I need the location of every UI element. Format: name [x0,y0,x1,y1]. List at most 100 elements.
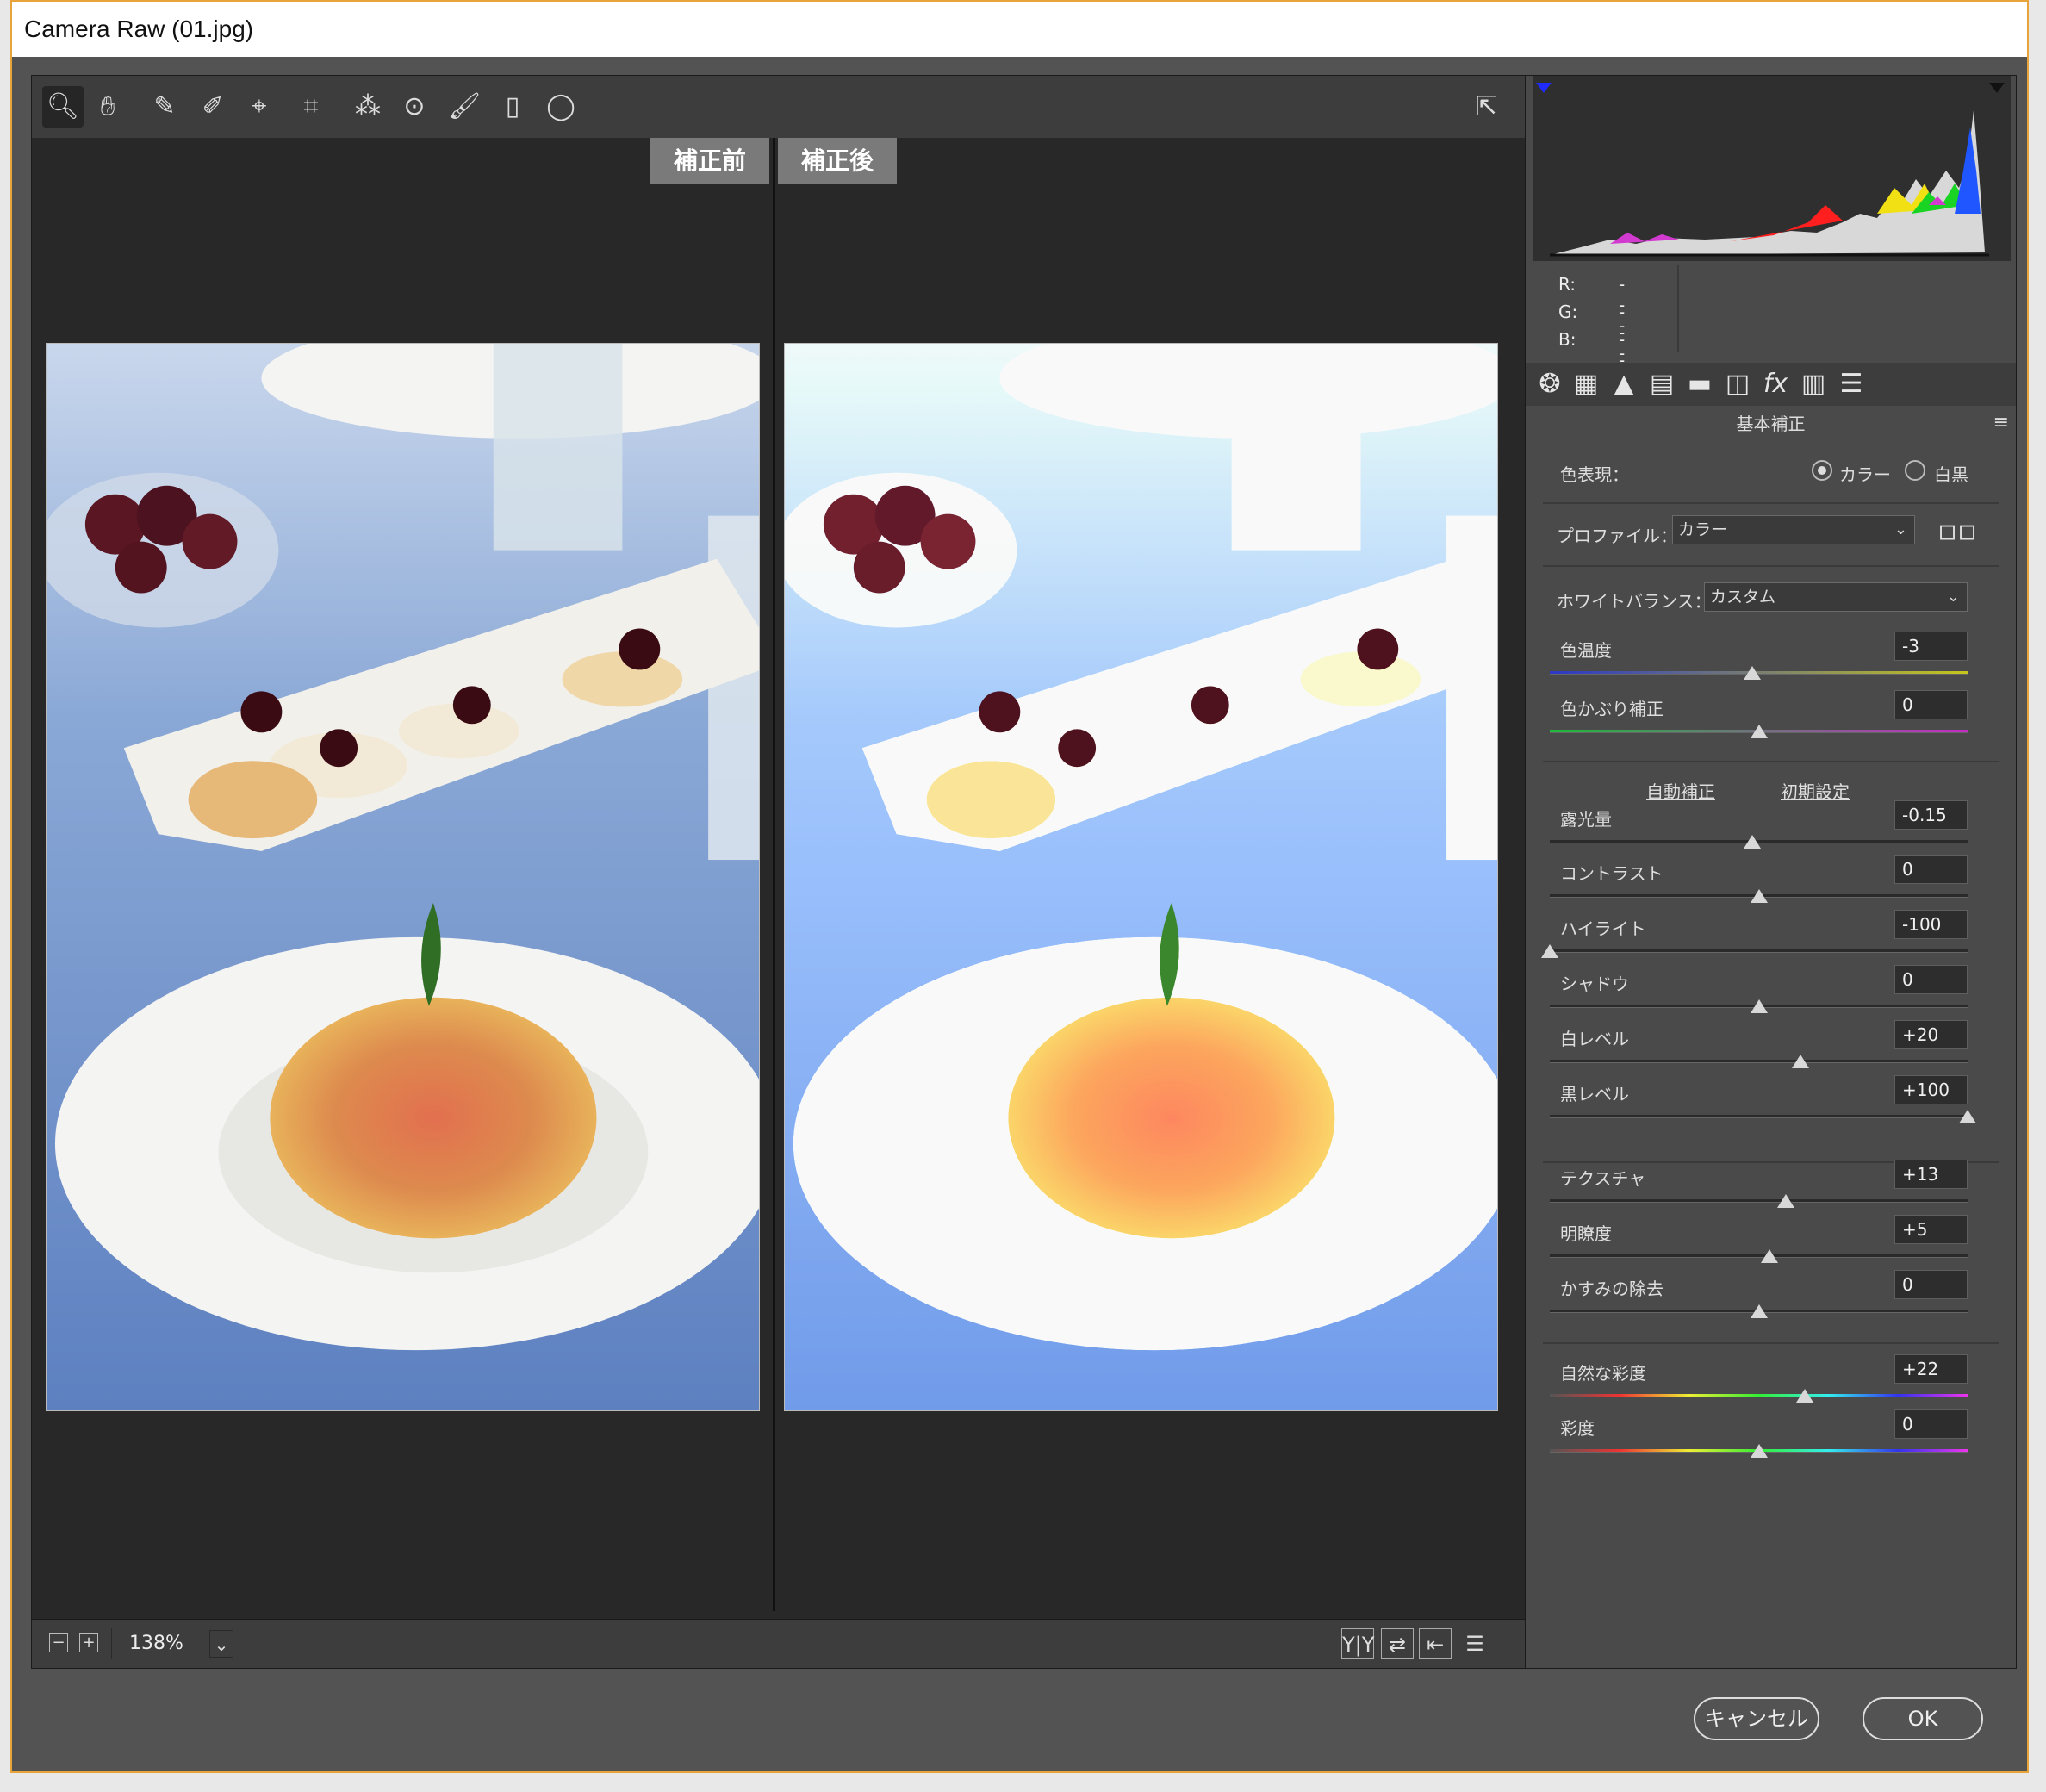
red-eye-icon[interactable]: ⊙ [394,86,435,128]
treatment-bw-label: 白黒 [1934,464,1968,485]
zoom-icon[interactable]: 🔍︎ [42,86,84,128]
slider-value-field[interactable]: 0 [1894,690,1968,719]
slider-thumb[interactable] [1750,1444,1768,1458]
slider-thumb[interactable] [1750,725,1768,738]
b-label: B: [1558,329,1576,350]
toolbar: 🔍︎ ✋︎ ✎ ✐ ⌖ ⌗ ⁂ ⊙ 🖌︎ ▯ ◯ ⇱ [32,76,1534,138]
panel-tabs: ❂ ▦ ▲ ▤ ▬ ◫ fx ▥ ☰ [1526,363,2016,406]
treatment-bw-radio[interactable] [1905,460,1925,481]
slider-track[interactable] [1550,1254,1968,1258]
slider-label: コントラスト [1560,863,1664,884]
slider-value-field[interactable]: +5 [1894,1215,1968,1244]
slider-track[interactable] [1550,1060,1968,1063]
default-button[interactable]: 初期設定 [1781,778,1850,803]
chevron-down-icon: ⌄ [1894,520,1907,538]
radial-filter-icon[interactable]: ◯ [540,86,581,128]
slider-value-field[interactable]: +20 [1894,1020,1968,1049]
wb-value: カスタム [1710,588,1776,607]
slider-value-field[interactable]: 0 [1894,965,1968,994]
transform-icon[interactable]: ⌗ [290,86,332,128]
slider-thumb[interactable] [1777,1194,1795,1208]
before-after-view-icon[interactable]: Y|Y [1341,1628,1374,1659]
ok-button[interactable]: OK [1863,1697,1983,1740]
right-panel: R:--- G:--- B:--- ❂ ▦ ▲ ▤ ▬ ◫ fx ▥ ☰ 基本補… [1525,75,2017,1669]
profile-label: プロファイル： [1557,526,1677,546]
slider-thumb[interactable] [1795,1389,1813,1403]
profile-select[interactable]: カラー ⌄ [1672,515,1915,544]
profile-browser-icon[interactable]: ▫▫ [1937,513,1977,548]
separator [1543,565,1999,567]
swap-settings-icon[interactable]: ⇄ [1381,1628,1414,1659]
split-toning-tab-icon[interactable]: ▬ [1682,367,1717,401]
slider-thumb[interactable] [1760,1249,1778,1263]
slider-track[interactable] [1550,1199,1968,1203]
export-icon[interactable]: ⇱ [1465,86,1507,128]
slider-label: かすみの除去 [1560,1279,1664,1299]
panel-title: 基本補正 [1736,414,1806,434]
color-sampler-icon[interactable]: ✐ [192,86,233,128]
before-image [46,343,760,1411]
slider-label: 明瞭度 [1560,1223,1612,1244]
slider-value-field[interactable]: +13 [1894,1160,1968,1189]
copy-settings-icon[interactable]: ⇤ [1419,1628,1452,1659]
treatment-color-radio[interactable] [1812,460,1832,481]
slider-thumb[interactable] [1792,1055,1809,1068]
profile-value: カラー [1678,520,1728,539]
effects-tab-icon[interactable]: fx [1758,367,1793,401]
separator [1543,1342,1999,1344]
panel-menu-icon[interactable]: ≡ [1993,412,2009,433]
slider-track[interactable] [1550,1115,1968,1118]
treatment-color-label: カラー [1839,464,1891,485]
shadow-clipping-icon [1536,83,1552,93]
slider-value-field[interactable]: 0 [1894,1270,1968,1299]
presets-tab-icon[interactable]: ☰ [1834,367,1869,401]
preview-bottom-bar: − + 138% ⌄ Y|Y ⇄ ⇤ ☰ [32,1619,1534,1668]
wb-select[interactable]: カスタム ⌄ [1704,582,1968,612]
slider-label: 自然な彩度 [1560,1363,1646,1384]
slider-thumb[interactable] [1744,835,1762,849]
slider-track[interactable] [1550,1394,1968,1397]
slider-thumb[interactable] [1750,999,1768,1013]
auto-button[interactable]: 自動補正 [1646,778,1715,803]
slider-label: 色温度 [1560,640,1612,661]
zoom-in-button[interactable]: + [79,1633,98,1652]
preview-area: 🔍︎ ✋︎ ✎ ✐ ⌖ ⌗ ⁂ ⊙ 🖌︎ ▯ ◯ ⇱ 補正前 補正後 − + 1… [31,75,1535,1669]
slider-value-field[interactable]: 0 [1894,855,1968,884]
slider-value-field[interactable]: -0.15 [1894,800,1968,830]
separator [1543,761,1999,762]
eyedropper-icon[interactable]: ✎ [144,86,185,128]
histogram [1533,76,2011,261]
chevron-down-icon: ⌄ [1946,588,1960,606]
zoom-out-button[interactable]: − [49,1633,68,1652]
spot-removal-icon[interactable]: ⁂ [347,86,389,128]
slider-thumb[interactable] [1959,1110,1976,1123]
preview-prefs-icon[interactable]: ☰ [1458,1628,1491,1659]
slider-value-field[interactable]: +100 [1894,1075,1968,1104]
cancel-button[interactable]: キャンセル [1694,1697,1819,1740]
chevron-down-icon[interactable]: ⌄ [209,1630,233,1658]
lens-tab-icon[interactable]: ◫ [1720,367,1755,401]
detail-tab-icon[interactable]: ▲ [1607,367,1641,401]
calibration-tab-icon[interactable]: ▥ [1796,367,1831,401]
adjustment-brush-icon[interactable]: 🖌︎ [444,86,485,128]
after-label: 補正後 [778,138,897,184]
hand-icon[interactable]: ✋︎ [87,86,128,128]
slider-value-field[interactable]: -100 [1894,910,1968,939]
tone-curve-tab-icon[interactable]: ▦ [1569,367,1603,401]
slider-label: 露光量 [1560,809,1612,830]
hsl-tab-icon[interactable]: ▤ [1645,367,1679,401]
graduated-filter-icon[interactable]: ▯ [492,86,533,128]
slider-thumb[interactable] [1541,944,1558,958]
zoom-level[interactable]: 138% [111,1628,206,1659]
slider-value-field[interactable]: -3 [1894,632,1968,661]
slider-thumb[interactable] [1750,889,1768,903]
slider-value-field[interactable]: 0 [1894,1409,1968,1439]
basic-tab-icon[interactable]: ❂ [1533,367,1567,401]
slider-label: 黒レベル [1560,1084,1629,1104]
slider-value-field[interactable]: +22 [1894,1354,1968,1384]
target-adjust-icon[interactable]: ⌖ [239,86,280,128]
slider-thumb[interactable] [1744,666,1762,680]
slider-track[interactable] [1550,949,1968,953]
slider-thumb[interactable] [1750,1304,1768,1318]
after-image [784,343,1498,1411]
